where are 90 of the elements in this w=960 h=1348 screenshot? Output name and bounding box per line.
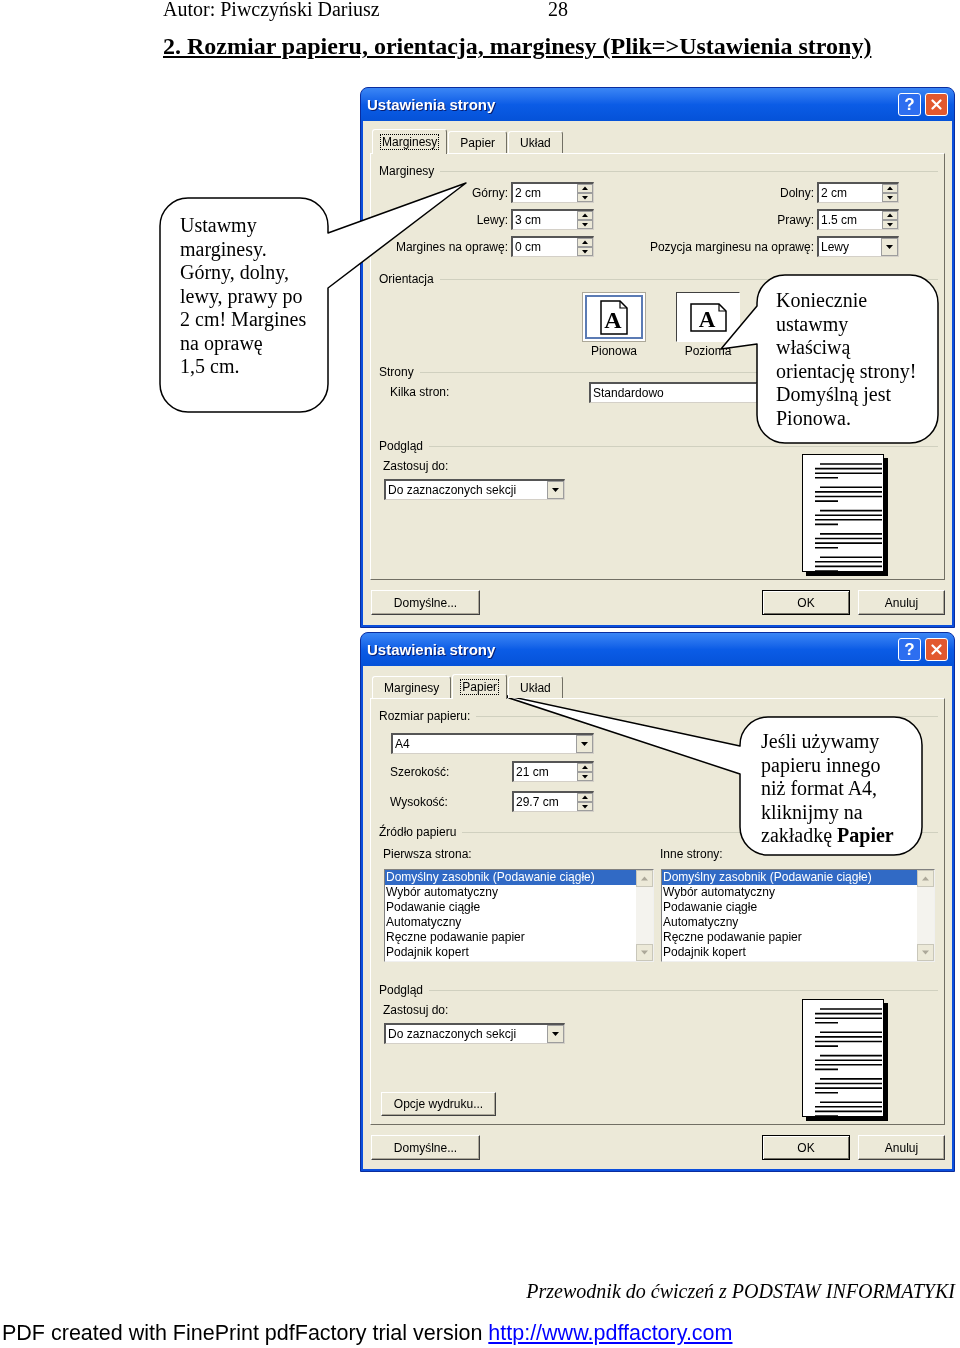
field-label: Lewy:	[476, 211, 508, 228]
list-item[interactable]: Automatyczny	[662, 915, 917, 930]
callout-text: Koniecznie ustawmy właściwą orientację strony! Domyślną jest Pionowa.	[776, 289, 918, 430]
tab[interactable]: Papier	[448, 131, 508, 153]
tab[interactable]: Marginesy	[372, 676, 452, 698]
spin-field[interactable]: 2 cm	[511, 182, 594, 203]
listbox[interactable]: Domyślny zasobnik (Podawanie ciągłe) Wybór automatyczny Podawanie ciągłe Automatyczny Ręczne podawanie papier Podajnik kopert	[384, 869, 654, 962]
help-button[interactable]: ?	[898, 93, 921, 116]
group-label: Podgląd	[379, 982, 424, 998]
group-label: Rozmiar papieru:	[379, 708, 471, 724]
tab[interactable]: Układ	[508, 676, 563, 698]
spinner-icon[interactable]	[882, 184, 898, 202]
group-label: Podgląd	[379, 438, 424, 454]
field-label: Szerokość:	[390, 763, 450, 780]
close-icon	[931, 644, 942, 655]
dialog-button[interactable]: Anuluj	[858, 590, 945, 615]
window-title: Ustawienia strony	[367, 640, 496, 659]
footer-text: Przewodnik do ćwiczeń z PODSTAW INFORMATYKI	[526, 1280, 955, 1302]
list-item[interactable]: Ręczne podawanie papier	[385, 930, 636, 945]
list-item[interactable]: Wybór automatyczny	[662, 885, 917, 900]
spin-field[interactable]: 1.5 cm	[817, 209, 899, 230]
spinner-icon[interactable]	[577, 793, 593, 811]
list-item[interactable]: Domyślny zasobnik (Podawanie ciągłe)	[662, 870, 917, 885]
spinner-icon[interactable]	[882, 211, 898, 229]
group-label: Orientacja	[379, 271, 434, 287]
spin-field[interactable]: 29.7 cm	[512, 791, 594, 812]
dialog-button[interactable]: Domyślne...	[371, 590, 480, 615]
option-label: Pozioma	[684, 345, 732, 358]
spinner-icon[interactable]	[577, 238, 593, 256]
spin-field[interactable]: 0 cm	[511, 236, 594, 257]
dialog-button[interactable]: OK	[762, 1135, 850, 1160]
field-label: Margines na oprawę:	[395, 238, 508, 255]
dialog-button[interactable]: Anuluj	[858, 1135, 945, 1160]
window-title: Ustawienia strony	[367, 95, 496, 114]
tab[interactable]: Papier	[452, 674, 508, 699]
orientation-option[interactable]: A	[582, 292, 646, 342]
dialog-button[interactable]: Opcje wydruku...	[381, 1092, 496, 1116]
close-button[interactable]	[925, 93, 948, 116]
orientation-option[interactable]: A	[676, 292, 740, 342]
field-label: Kilka stron:	[390, 384, 450, 400]
group-label: Marginesy	[379, 163, 435, 179]
spinner-icon[interactable]	[577, 184, 593, 202]
dropdown-field[interactable]: Do zaznaczonych sekcji	[384, 1023, 565, 1044]
spin-field[interactable]: 2 cm	[817, 182, 899, 203]
dropdown-field[interactable]: A4	[391, 733, 594, 754]
field-label: Górny:	[472, 184, 508, 201]
tab[interactable]: Marginesy	[372, 129, 448, 154]
field-label: Prawy:	[777, 211, 814, 228]
field-label: Pozycja marginesu na oprawę:	[649, 238, 814, 255]
group-label: Źródło papieru	[379, 824, 457, 840]
list-item[interactable]: Podajnik kopert	[662, 945, 917, 960]
scrollbar[interactable]	[636, 870, 653, 961]
callout-text: Jeśli używamy papieru innego niż format A4, kliknijmy na zakładkę Papier	[761, 730, 895, 848]
help-button[interactable]: ?	[898, 638, 921, 661]
dialog-button[interactable]: Domyślne...	[371, 1135, 480, 1160]
section-heading: 2. Rozmiar papieru, orientacja, marginesy (Plik=>Ustawienia strony)	[163, 32, 872, 60]
list-item[interactable]: Wybór automatyczny	[385, 885, 636, 900]
field-label: Inne strony:	[660, 846, 723, 862]
list-item[interactable]: Podajnik kopert	[385, 945, 636, 960]
pdf-notice: PDF created with FinePrint pdfFactory trial version http://www.pdffactory.com	[2, 1321, 733, 1345]
listbox[interactable]: Domyślny zasobnik (Podawanie ciągłe) Wybór automatyczny Podawanie ciągłe Automatyczny Ręczne podawanie papier Podajnik kopert	[661, 869, 935, 962]
dropdown-field[interactable]: Standardowo	[589, 381, 757, 403]
spinner-icon[interactable]	[577, 763, 593, 781]
page-letter-icon: A	[689, 302, 727, 332]
field-label: Dolny:	[780, 184, 814, 201]
close-button[interactable]	[925, 638, 948, 661]
field-label: Wysokość:	[390, 793, 448, 810]
spinner-icon[interactable]	[577, 211, 593, 229]
close-icon	[931, 99, 942, 110]
list-item[interactable]: Ręczne podawanie papier	[662, 930, 917, 945]
tab[interactable]: Układ	[508, 131, 563, 153]
field-label: Zastosuj do:	[383, 1002, 449, 1018]
page-number: 28	[548, 0, 568, 18]
dialog-button[interactable]: OK	[762, 590, 850, 615]
spin-field[interactable]: 3 cm	[511, 209, 594, 230]
option-label: Pionowa	[591, 345, 637, 358]
link[interactable]: http://www.pdffactory.com	[488, 1321, 733, 1345]
list-item[interactable]: Podawanie ciągłe	[385, 900, 636, 915]
page-letter-icon: A	[600, 299, 628, 335]
field-label: Zastosuj do:	[383, 458, 449, 474]
scrollbar[interactable]	[917, 870, 934, 961]
spin-field[interactable]: 21 cm	[512, 761, 594, 782]
field-label: Pierwsza strona:	[383, 846, 472, 862]
dropdown-field[interactable]: Lewy	[817, 236, 899, 257]
list-item[interactable]: Domyślny zasobnik (Podawanie ciągłe)	[385, 870, 636, 885]
list-item[interactable]: Automatyczny	[385, 915, 636, 930]
group-label: Strony	[379, 364, 414, 380]
callout-text: Ustawmy marginesy. Górny, dolny, lewy, prawy po 2 cm! Margines na oprawę 1,5 cm.	[180, 214, 308, 379]
dropdown-field[interactable]: Do zaznaczonych sekcji	[384, 479, 565, 500]
list-item[interactable]: Podawanie ciągłe	[662, 900, 917, 915]
